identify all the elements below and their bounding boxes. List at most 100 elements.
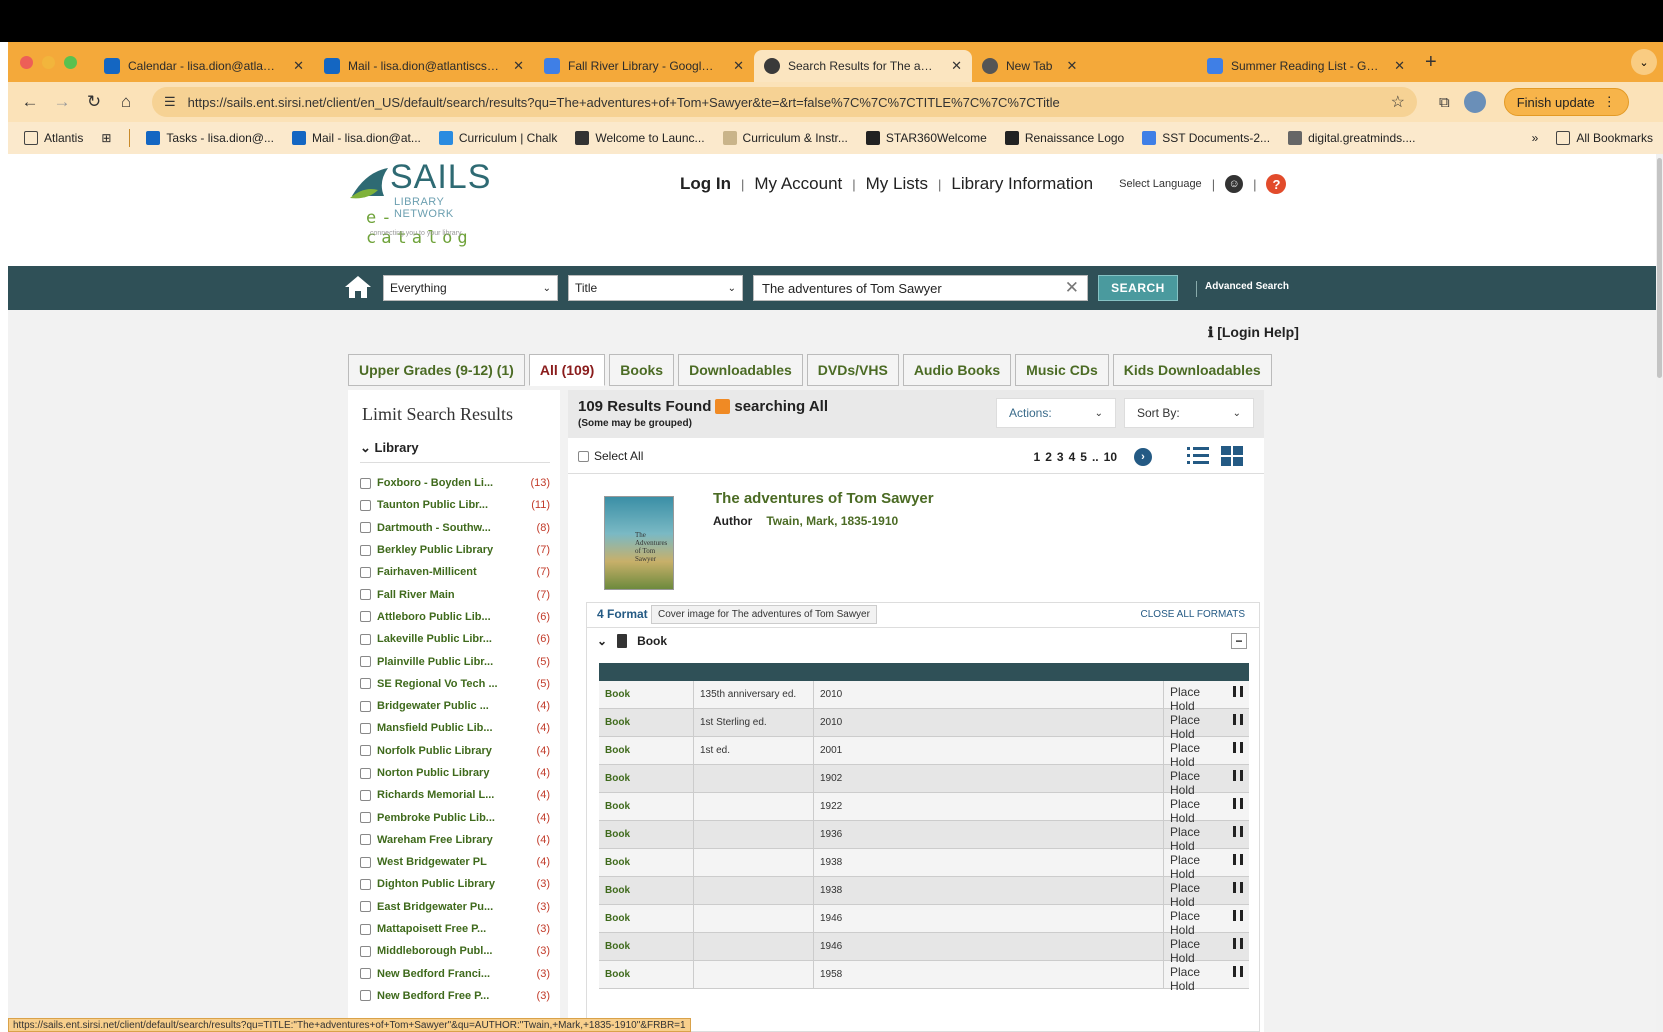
format-group-book[interactable]: ⌄ Book − xyxy=(587,627,1259,653)
facet-checkbox[interactable] xyxy=(360,678,371,690)
checkbox-icon[interactable] xyxy=(578,450,589,462)
profile-avatar[interactable] xyxy=(1463,91,1486,113)
facet-checkbox[interactable] xyxy=(360,656,371,668)
library-facet-item[interactable]: Fairhaven-Millicent (7) xyxy=(360,561,550,583)
select-all-checkbox[interactable]: Select All xyxy=(578,449,643,463)
holding-format[interactable]: Book xyxy=(599,933,694,960)
library-facet-item[interactable]: Richards Memorial L... (4) xyxy=(360,784,550,806)
library-facet-item[interactable]: New Bedford Franci... (3) xyxy=(360,963,550,985)
select-language-link[interactable]: Select Language xyxy=(1119,178,1202,190)
all-bookmarks-folder[interactable]: All Bookmarks xyxy=(1556,131,1653,145)
search-field-select[interactable]: Title ⌄ xyxy=(568,275,743,301)
page-link[interactable]: 4 xyxy=(1069,450,1076,464)
page-link[interactable]: 5 xyxy=(1080,450,1087,464)
library-facet-item[interactable]: Pembroke Public Lib... (4) xyxy=(360,806,550,828)
home-browser-icon[interactable]: ⌂ xyxy=(110,92,142,112)
library-facet-item[interactable]: West Bridgewater PL (4) xyxy=(360,851,550,873)
browser-tab[interactable]: Mail - lisa.dion@atlantiscs.or ✕ xyxy=(314,50,534,82)
facet-checkbox[interactable] xyxy=(360,812,371,824)
facet-name[interactable]: Fall River Main xyxy=(377,589,517,601)
holding-format[interactable]: Book xyxy=(599,681,694,708)
facet-name[interactable]: Lakeville Public Libr... xyxy=(377,633,517,645)
facet-name[interactable]: Middleborough Publ... xyxy=(377,945,517,957)
zoom-window-icon[interactable] xyxy=(64,55,77,69)
back-icon[interactable]: ← xyxy=(14,92,46,112)
more-bookmarks-icon[interactable]: » xyxy=(1532,131,1539,145)
library-facet-item[interactable]: Attleboro Public Lib... (6) xyxy=(360,606,550,628)
facet-name[interactable]: New Bedford Free P... xyxy=(377,990,517,1002)
holding-format[interactable]: Book xyxy=(599,905,694,932)
search-scope-select[interactable]: Everything ⌄ xyxy=(383,275,558,301)
facet-name[interactable]: Taunton Public Libr... xyxy=(377,499,517,511)
bookmark-item[interactable]: Mail - lisa.dion@at... xyxy=(291,131,421,145)
facet-checkbox[interactable] xyxy=(360,522,371,534)
page-link[interactable]: 3 xyxy=(1057,450,1064,464)
page-link[interactable]: 1 xyxy=(1034,450,1041,464)
minimize-window-icon[interactable] xyxy=(42,55,55,69)
library-facet-item[interactable]: Norfolk Public Library (4) xyxy=(360,740,550,762)
list-view-icon[interactable] xyxy=(1186,444,1210,468)
bookmark-item[interactable]: Renaissance Logo xyxy=(1004,131,1124,145)
facet-name[interactable]: Berkley Public Library xyxy=(377,544,517,556)
browser-tab[interactable]: Summer Reading List - Goog ✕ xyxy=(1197,50,1415,82)
library-facet-item[interactable]: Foxboro - Boyden Li... (13) xyxy=(360,472,550,494)
next-page-icon[interactable]: › xyxy=(1134,448,1152,466)
holding-format[interactable]: Book xyxy=(599,821,694,848)
library-facet-item[interactable]: Dartmouth - Southw... (8) xyxy=(360,517,550,539)
format-tab[interactable]: Books xyxy=(609,354,675,386)
format-tab[interactable]: Audio Books xyxy=(902,354,1012,386)
facet-checkbox[interactable] xyxy=(360,700,371,712)
close-tab-icon[interactable]: ✕ xyxy=(513,58,524,74)
formats-link[interactable]: 4 Format xyxy=(597,607,648,621)
close-tab-icon[interactable]: ✕ xyxy=(1394,58,1405,74)
extensions-icon[interactable]: ⧉ xyxy=(1439,94,1450,111)
close-tab-icon[interactable]: ✕ xyxy=(293,58,304,74)
format-tab[interactable]: Upper Grades (9-12) (1) xyxy=(348,354,525,386)
bookmark-item[interactable]: Tasks - lisa.dion@... xyxy=(146,131,274,145)
facet-name[interactable]: Plainville Public Libr... xyxy=(377,656,517,668)
library-facet-item[interactable]: Norton Public Library (4) xyxy=(360,762,550,784)
bookmark-item[interactable]: Curriculum & Instr... xyxy=(722,131,848,145)
format-tab[interactable]: Downloadables xyxy=(678,354,803,386)
sails-logo[interactable]: SAILS LIBRARY NETWORK e-catalog connecti… xyxy=(348,158,498,248)
close-tab-icon[interactable]: ✕ xyxy=(733,58,744,74)
facet-name[interactable]: Attleboro Public Lib... xyxy=(377,611,517,623)
home-icon[interactable] xyxy=(344,274,372,300)
library-facet-heading[interactable]: ⌄ Library xyxy=(360,440,550,463)
facet-name[interactable]: West Bridgewater PL xyxy=(377,856,517,868)
facet-name[interactable]: Pembroke Public Lib... xyxy=(377,812,517,824)
site-settings-icon[interactable]: ☰ xyxy=(164,94,176,110)
library-facet-item[interactable]: Mansfield Public Lib... (4) xyxy=(360,717,550,739)
bookmark-item[interactable]: Welcome to Launc... xyxy=(575,131,705,145)
library-facet-item[interactable]: Lakeville Public Libr... (6) xyxy=(360,628,550,650)
place-hold-button[interactable]: Place Hold xyxy=(1164,961,1249,993)
facet-name[interactable]: Mattapoisett Free P... xyxy=(377,923,517,935)
close-all-formats-link[interactable]: CLOSE ALL FORMATS xyxy=(1141,609,1245,620)
page-scrollbar[interactable] xyxy=(1656,154,1663,1032)
finish-update-button[interactable]: Finish update ⋮ xyxy=(1503,88,1629,116)
browser-tab[interactable]: Calendar - lisa.dion@atlantis ✕ xyxy=(94,50,314,82)
login-help-link[interactable]: ℹ [Login Help] xyxy=(1208,324,1299,341)
library-facet-item[interactable]: New Bedford Free P... (3) xyxy=(360,985,550,1007)
page-link[interactable]: 10 xyxy=(1104,450,1117,464)
more-menu-icon[interactable]: ⋮ xyxy=(1603,94,1616,110)
holding-format[interactable]: Book xyxy=(599,793,694,820)
library-facet-item[interactable]: Taunton Public Libr... (11) xyxy=(360,494,550,516)
new-tab-icon[interactable]: + xyxy=(1425,51,1437,74)
close-tab-icon[interactable]: ✕ xyxy=(1066,58,1077,74)
facet-checkbox[interactable] xyxy=(360,499,371,511)
facet-name[interactable]: New Bedford Franci... xyxy=(377,968,517,980)
grid-view-icon[interactable] xyxy=(1220,444,1244,468)
library-facet-item[interactable]: Fall River Main (7) xyxy=(360,583,550,605)
apps-grid-icon[interactable]: ⊞ xyxy=(101,131,111,145)
facet-checkbox[interactable] xyxy=(360,834,371,846)
facet-name[interactable]: Fairhaven-Millicent xyxy=(377,566,517,578)
format-tab[interactable]: All (109) xyxy=(528,354,606,386)
browser-tab[interactable]: Search Results for The adven ✕ xyxy=(754,50,972,82)
place-hold-button[interactable]: Place Hold xyxy=(1164,709,1249,741)
format-tab[interactable]: Music CDs xyxy=(1015,354,1109,386)
facet-checkbox[interactable] xyxy=(360,477,371,489)
search-button[interactable]: SEARCH xyxy=(1098,275,1178,301)
bookmark-star-icon[interactable]: ☆ xyxy=(1391,92,1405,112)
bookmark-item[interactable]: digital.greatminds.... xyxy=(1288,131,1415,145)
